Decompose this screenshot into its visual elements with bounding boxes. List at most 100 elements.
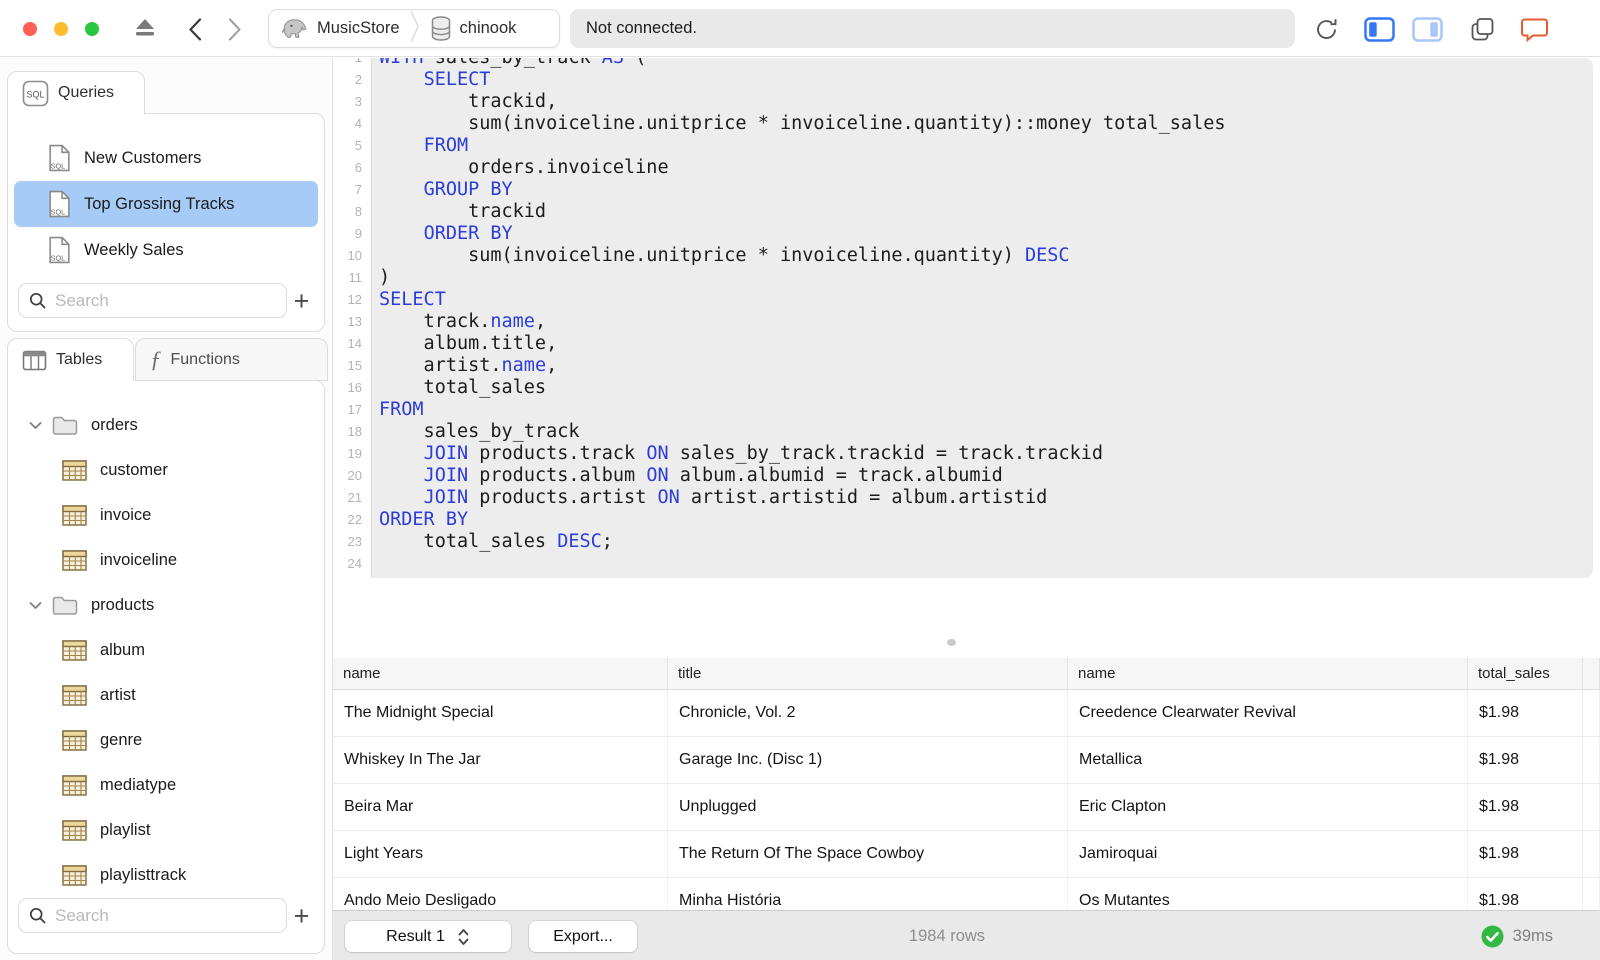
tree-item-artist[interactable]: artist [8,673,324,718]
tree-item-genre[interactable]: genre [8,718,324,763]
column-header-name[interactable]: name [1068,658,1468,689]
table-cell[interactable]: Minha História [668,878,1068,910]
code-line[interactable]: FROM [379,399,1593,421]
tree-item-playlist[interactable]: playlist [8,808,324,853]
toggle-left-sidebar-icon[interactable] [1364,17,1395,42]
tables-search-box[interactable] [18,898,287,933]
tab-functions[interactable]: ƒ Functions [135,338,328,381]
code-line[interactable]: sales_by_track [379,421,1593,443]
minimize-window-button[interactable] [54,22,68,36]
tree-item-products[interactable]: products [8,583,324,628]
code-line[interactable]: trackid [379,201,1593,223]
tables-search-input[interactable] [55,905,276,926]
chevron-down-icon[interactable] [29,601,43,610]
code-line[interactable]: ORDER BY [379,223,1593,245]
code-line[interactable]: SELECT [379,289,1593,311]
table-cell[interactable]: Os Mutantes [1068,878,1468,910]
code-line[interactable]: JOIN products.artist ON artist.artistid … [379,487,1593,509]
code-line[interactable]: JOIN products.track ON sales_by_track.tr… [379,443,1593,465]
export-button[interactable]: Export... [529,921,637,952]
tree-item-customer[interactable]: customer [8,448,324,493]
code-line[interactable]: artist.name, [379,355,1593,377]
tree-item-mediatype[interactable]: mediatype [8,763,324,808]
query-item-weekly-sales[interactable]: SQL Weekly Sales [14,227,318,273]
table-cell[interactable]: $1.98 [1468,831,1583,877]
code-line[interactable]: sum(invoiceline.unitprice * invoiceline.… [379,245,1593,267]
app-window: MusicStore chinook Not connected. SQL Qu… [0,0,1600,960]
code-line[interactable]: track.name, [379,311,1593,333]
tree-item-album[interactable]: album [8,628,324,673]
table-cell[interactable]: The Return Of The Space Cowboy [668,831,1068,877]
editor-results-splitter[interactable] [333,633,1600,658]
code-line[interactable]: FROM [379,135,1593,157]
column-header-title[interactable]: title [668,658,1068,689]
zoom-window-button[interactable] [85,22,99,36]
code-line[interactable]: ) [379,267,1593,289]
table-cell[interactable]: Beira Mar [333,784,668,830]
query-item-new-customers[interactable]: SQL New Customers [14,135,318,181]
sql-code-area[interactable]: WITH sales_by_track AS ( SELECT trackid,… [372,58,1593,578]
result-selector-dropdown[interactable]: Result 1 [345,921,511,952]
tree-item-orders[interactable]: orders [8,403,324,448]
table-row[interactable]: Ando Meio Desligado Minha História Os Muta… [333,878,1600,910]
table-cell[interactable]: Light Years [333,831,668,877]
tab-tables[interactable]: Tables [7,338,134,381]
tree-item-playlisttrack[interactable]: playlisttrack [8,853,324,898]
code-line[interactable]: ORDER BY [379,509,1593,531]
table-cell[interactable]: Unplugged [668,784,1068,830]
tree-item-invoice[interactable]: invoice [8,493,324,538]
code-line[interactable]: trackid, [379,91,1593,113]
back-button[interactable] [188,18,202,41]
close-window-button[interactable] [23,22,37,36]
table-cell[interactable]: Creedence Clearwater Revival [1068,690,1468,736]
code-line[interactable]: WITH sales_by_track AS ( [379,58,1593,69]
code-line[interactable]: SELECT [379,69,1593,91]
table-cell[interactable]: Jamiroquai [1068,831,1468,877]
table-cell[interactable]: $1.98 [1468,737,1583,783]
feedback-chat-icon[interactable] [1520,17,1549,43]
table-row[interactable]: Light Years The Return Of The Space Cowbo… [333,831,1600,878]
queries-search-box[interactable] [18,283,287,318]
table-cell[interactable]: Whiskey In The Jar [333,737,668,783]
new-window-icon[interactable] [1470,17,1495,42]
table-row[interactable]: Beira Mar Unplugged Eric Clapton $1.98 [333,784,1600,831]
splitter-handle-icon[interactable] [947,639,956,646]
code-line[interactable]: GROUP BY [379,179,1593,201]
code-line[interactable]: total_sales [379,377,1593,399]
forward-button[interactable] [228,18,242,41]
toggle-right-sidebar-icon[interactable] [1412,17,1443,42]
code-line[interactable]: orders.invoiceline [379,157,1593,179]
queries-search-input[interactable] [55,290,276,311]
breadcrumb-database[interactable]: chinook [460,19,517,38]
disconnect-eject-icon[interactable] [134,18,156,37]
column-header-name[interactable]: name [333,658,668,689]
add-query-button[interactable]: + [287,286,316,316]
query-item-top-grossing-tracks[interactable]: SQL Top Grossing Tracks [14,181,318,227]
code-line[interactable]: album.title, [379,333,1593,355]
table-row[interactable]: The Midnight Special Chronicle, Vol. 2 Cre… [333,690,1600,737]
tree-item-invoiceline[interactable]: invoiceline [8,538,324,583]
table-cell[interactable]: $1.98 [1468,878,1583,910]
table-cell[interactable]: Chronicle, Vol. 2 [668,690,1068,736]
table-cell[interactable]: Eric Clapton [1068,784,1468,830]
code-line[interactable]: total_sales DESC; [379,531,1593,553]
code-line[interactable] [379,553,1593,575]
add-table-button[interactable]: + [287,901,316,931]
code-line[interactable]: sum(invoiceline.unitprice * invoiceline.… [379,113,1593,135]
table-cell[interactable]: $1.98 [1468,784,1583,830]
table-row[interactable]: Whiskey In The Jar Garage Inc. (Disc 1) Me… [333,737,1600,784]
table-cell[interactable]: Garage Inc. (Disc 1) [668,737,1068,783]
sql-editor[interactable]: 123456789101112131415161718192021222324 … [333,58,1600,578]
table-cell[interactable]: The Midnight Special [333,690,668,736]
line-number: 2 [354,72,362,87]
tab-queries[interactable]: SQL Queries [7,71,145,114]
search-icon [29,907,47,925]
code-line[interactable]: JOIN products.album ON album.albumid = t… [379,465,1593,487]
table-cell[interactable]: Metallica [1068,737,1468,783]
breadcrumb-connection[interactable]: MusicStore [317,19,400,38]
chevron-down-icon[interactable] [29,421,43,430]
table-cell[interactable]: Ando Meio Desligado [333,878,668,910]
table-cell[interactable]: $1.98 [1468,690,1583,736]
column-header-total-sales[interactable]: total_sales [1468,658,1583,689]
refresh-icon[interactable] [1313,16,1340,43]
